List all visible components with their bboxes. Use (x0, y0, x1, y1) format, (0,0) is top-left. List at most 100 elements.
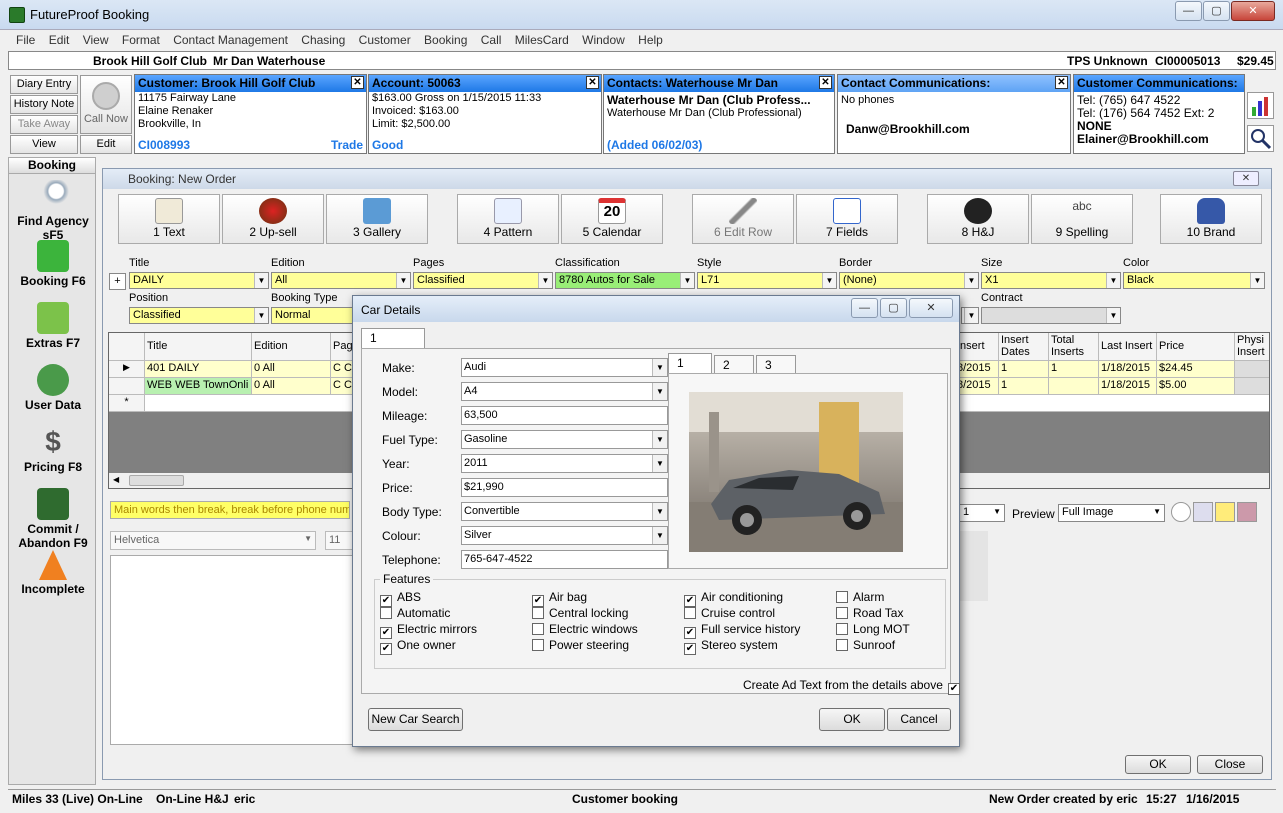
feature-alarm-checkbox[interactable]: Alarm (836, 590, 884, 604)
col-edition-header[interactable]: Edition (252, 333, 331, 361)
new-car-search-button[interactable]: New Car Search (368, 708, 463, 731)
menu-call[interactable]: Call (481, 30, 502, 47)
col-insert-header[interactable]: Insert (955, 333, 999, 361)
dropdown-arrow-icon[interactable]: ▼ (652, 455, 667, 472)
feature-long-mot-checkbox[interactable]: Long MOT (836, 622, 910, 636)
feature-automatic-checkbox[interactable]: Automatic (380, 606, 450, 620)
menu-customer[interactable]: Customer (359, 30, 411, 47)
cell-edition[interactable]: 0 All (252, 378, 331, 395)
dialog-cancel-button[interactable]: Cancel (887, 708, 951, 731)
col-total-inserts-header[interactable]: Total Inserts (1049, 333, 1099, 361)
cell-insert[interactable]: 8/2015 (955, 378, 999, 395)
pricing-item[interactable]: $ Pricing F8 (9, 426, 97, 474)
cell-insert-dates[interactable]: 1 (999, 378, 1049, 395)
text-tool-button[interactable]: 1 Text (118, 194, 220, 244)
zoom-icon[interactable] (1247, 125, 1274, 152)
customer-panel[interactable]: Customer: Brook Hill Golf Club ✕ 11175 Fa… (134, 74, 367, 154)
expand-button[interactable]: + (109, 273, 126, 290)
dropdown-arrow-icon[interactable]: ▼ (652, 383, 667, 400)
extras-item[interactable]: Extras F7 (9, 302, 97, 350)
dropdown-arrow-icon[interactable]: ▼ (993, 507, 1001, 516)
feature-cruise-control-checkbox[interactable]: Cruise control (684, 606, 775, 620)
telephone-input[interactable]: 765-647-4522 (461, 550, 668, 569)
menu-milescard[interactable]: MilesCard (515, 30, 569, 47)
dialog-close-button[interactable]: ✕ (909, 298, 953, 318)
gallery-tool-button[interactable]: 3 Gallery (326, 194, 428, 244)
menu-edit[interactable]: Edit (49, 30, 70, 47)
style-combo[interactable]: L71 ▼ (697, 272, 837, 289)
view-button[interactable]: View (10, 135, 78, 154)
account-panel[interactable]: Account: 50063 ✕ $163.00 Gross on 1/15/20… (368, 74, 602, 154)
close-icon[interactable]: ✕ (586, 76, 599, 89)
hidden-combo[interactable]: ▼ (961, 307, 979, 324)
col-insert-dates-header[interactable]: Insert Dates (999, 333, 1049, 361)
dropdown-arrow-icon[interactable]: ▼ (652, 503, 667, 520)
dropdown-arrow-icon[interactable]: ▼ (396, 273, 410, 288)
chart-icon[interactable] (1247, 92, 1274, 119)
dropdown-arrow-icon[interactable]: ▼ (964, 308, 978, 323)
feature-electric-mirrors-checkbox[interactable]: ✔ Electric mirrors (380, 622, 477, 639)
price-input[interactable]: $21,990 (461, 478, 668, 497)
image-tab-2[interactable]: 2 (714, 355, 754, 375)
note-icon[interactable] (1215, 502, 1235, 522)
cell-physical[interactable] (1235, 361, 1269, 378)
dialog-tab-1[interactable]: 1 (361, 328, 425, 348)
contact-email[interactable]: Danw@Brookhill.com (838, 123, 1070, 136)
search-icon[interactable] (1193, 502, 1213, 522)
model-select[interactable]: A4 ▼ (461, 382, 668, 401)
minimize-button[interactable]: — (1175, 1, 1202, 21)
contacts-panel[interactable]: Contacts: Waterhouse Mr Dan ✕ Waterhouse … (603, 74, 835, 154)
cell-title[interactable]: 401 DAILY (145, 361, 252, 378)
brand-tool-button[interactable]: 10 Brand (1160, 194, 1262, 244)
cell-physical[interactable] (1235, 378, 1269, 395)
dropdown-arrow-icon[interactable]: ▼ (822, 273, 836, 288)
close-icon[interactable]: ✕ (351, 76, 364, 89)
dropdown-arrow-icon[interactable]: ▼ (652, 431, 667, 448)
feature-power-steering-checkbox[interactable]: Power steering (532, 638, 629, 652)
image-tab-3[interactable]: 3 (756, 355, 796, 375)
size-combo[interactable]: X1 ▼ (981, 272, 1121, 289)
dropdown-arrow-icon[interactable]: ▼ (304, 534, 312, 543)
menu-view[interactable]: View (83, 30, 109, 47)
cell-edition[interactable]: 0 All (252, 361, 331, 378)
pages-combo[interactable]: Classified ▼ (413, 272, 553, 289)
cell-last-insert[interactable]: 1/18/2015 (1099, 361, 1157, 378)
dialog-minimize-button[interactable]: — (851, 298, 878, 318)
menu-file[interactable]: File (16, 30, 35, 47)
edit-button[interactable]: Edit (80, 135, 132, 154)
feature-air-conditioning-checkbox[interactable]: ✔ Air conditioning (684, 590, 783, 607)
colour-select[interactable]: Silver ▼ (461, 526, 668, 545)
customer-email[interactable]: Elainer@Brookhill.com (1074, 133, 1244, 146)
close-button[interactable]: ✕ (1231, 1, 1275, 21)
close-icon[interactable]: ✕ (1055, 76, 1068, 89)
calendar-tool-button[interactable]: 20 5 Calendar (561, 194, 663, 244)
dropdown-arrow-icon[interactable]: ▼ (538, 273, 552, 288)
create-ad-text-checkbox[interactable]: Create Ad Text from the details above ✔ (743, 678, 960, 695)
user-data-item[interactable]: User Data (9, 364, 97, 412)
year-select[interactable]: 2011 ▼ (461, 454, 668, 473)
title-combo[interactable]: DAILY ▼ (129, 272, 269, 289)
dialog-maximize-button[interactable]: ▢ (880, 298, 907, 318)
contact-comms-panel[interactable]: Contact Communications: ✕ No phones Danw@… (837, 74, 1071, 154)
car-photo[interactable] (689, 392, 903, 552)
booking-close-button[interactable]: Close (1197, 755, 1263, 774)
booking-item[interactable]: Booking F6 (9, 240, 97, 288)
mileage-input[interactable]: 63,500 (461, 406, 668, 425)
dropdown-arrow-icon[interactable]: ▼ (1153, 507, 1161, 516)
dropdown-arrow-icon[interactable]: ▼ (680, 273, 694, 288)
position-combo[interactable]: Classified ▼ (129, 307, 269, 324)
edition-combo[interactable]: All ▼ (271, 272, 411, 289)
cell-insert[interactable]: 8/2015 (955, 361, 999, 378)
incomplete-item[interactable]: Incomplete (9, 550, 97, 596)
customer-comms-panel[interactable]: Customer Communications: Tel: (765) 647 … (1073, 74, 1245, 154)
find-agency-item[interactable]: Find Agency sF5 (9, 180, 97, 242)
col-price-header[interactable]: Price (1157, 333, 1235, 361)
fuel-type-select[interactable]: Gasoline ▼ (461, 430, 668, 449)
cell-insert-dates[interactable]: 1 (999, 361, 1049, 378)
menu-format[interactable]: Format (122, 30, 160, 47)
menu-window[interactable]: Window (582, 30, 625, 47)
commit-item[interactable]: Commit / Abandon F9 (9, 488, 97, 550)
col-last-insert-header[interactable]: Last Insert (1099, 333, 1157, 361)
menu-help[interactable]: Help (638, 30, 663, 47)
scroll-left-icon[interactable]: ◀ (113, 475, 119, 484)
